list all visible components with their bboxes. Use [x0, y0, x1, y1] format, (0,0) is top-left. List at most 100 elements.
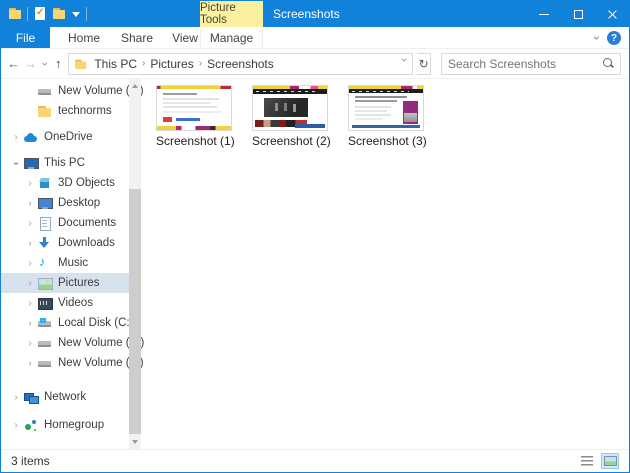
details-view-icon — [581, 456, 593, 466]
recent-locations-dropdown-icon[interactable]: › — [39, 60, 51, 67]
help-icon[interactable]: ? — [607, 31, 621, 45]
qat-separator — [86, 7, 87, 21]
onedrive-cloud-icon — [23, 130, 39, 144]
tab-manage[interactable]: Manage — [200, 27, 263, 49]
drive-icon — [37, 356, 53, 370]
expand-icon[interactable]: › — [23, 238, 37, 249]
address-bar[interactable]: This PC › Pictures › Screenshots › — [68, 52, 414, 75]
expand-icon[interactable]: › — [9, 392, 23, 403]
window-controls — [527, 1, 629, 27]
details-view-button[interactable] — [578, 453, 596, 469]
music-icon — [37, 254, 53, 270]
new-folder-icon[interactable] — [52, 7, 66, 21]
sidebar-item-homegroup[interactable]: › Homegroup — [1, 415, 141, 435]
ribbon-tab-row: File Home Share View Manage › ? — [1, 27, 629, 49]
expand-icon[interactable]: › — [9, 132, 23, 143]
pictures-icon — [37, 276, 53, 290]
sidebar-scrollbar[interactable] — [129, 79, 141, 449]
expand-icon[interactable]: › — [23, 298, 37, 309]
thumbnail-screenshot-1 — [156, 85, 232, 131]
main-area: New Volume (F:) technorms › OneDrive › T… — [1, 79, 629, 449]
breadcrumb-screenshots[interactable]: Screenshots — [204, 57, 277, 71]
folder-icon — [37, 104, 53, 118]
expand-icon[interactable]: › — [23, 218, 37, 229]
item-count: 3 items — [11, 454, 50, 468]
desktop-icon — [37, 196, 53, 210]
quick-access-toolbar — [1, 1, 87, 27]
navigation-pane: New Volume (F:) technorms › OneDrive › T… — [1, 79, 144, 449]
large-icons-view-button[interactable] — [601, 453, 619, 469]
tab-home[interactable]: Home — [56, 27, 112, 48]
search-input[interactable] — [448, 56, 603, 71]
documents-icon — [37, 216, 53, 231]
sidebar-item-new-volume-e[interactable]: › New Volume (E:) — [1, 333, 144, 353]
sidebar-item-this-pc[interactable]: › This PC — [1, 153, 141, 173]
minimize-icon — [539, 13, 549, 15]
sidebar-item-technorms[interactable]: technorms — [1, 101, 141, 121]
sidebar-item-videos[interactable]: › Videos — [1, 293, 141, 313]
maximize-icon — [573, 9, 583, 19]
sidebar-item-network[interactable]: › Network — [1, 387, 141, 407]
sidebar-item-desktop[interactable]: › Desktop — [1, 193, 141, 213]
sidebar-item-3d-objects[interactable]: › 3D Objects — [1, 173, 141, 193]
search-box[interactable] — [441, 52, 621, 75]
sidebar-item-onedrive[interactable]: › OneDrive — [1, 127, 141, 147]
collapse-icon[interactable]: › — [11, 156, 22, 170]
expand-icon[interactable]: › — [9, 420, 23, 431]
expand-icon[interactable]: › — [23, 338, 37, 349]
scroll-down-icon[interactable] — [129, 435, 141, 449]
tab-file[interactable]: File — [1, 27, 50, 48]
breadcrumb-separator-icon[interactable]: › — [199, 58, 202, 69]
thumbnail-screenshot-2 — [252, 85, 328, 131]
customize-quick-access-dropdown-icon[interactable] — [71, 7, 81, 21]
sidebar-item-local-disk-c[interactable]: › Local Disk (C:) — [1, 313, 141, 333]
address-dropdown-icon[interactable]: › — [398, 58, 410, 70]
expand-icon[interactable]: › — [23, 198, 37, 209]
scroll-up-icon[interactable] — [129, 79, 141, 93]
homegroup-icon — [23, 418, 39, 432]
sidebar-item-music[interactable]: › Music — [1, 253, 141, 273]
drive-icon — [37, 336, 53, 350]
sidebar-item-pictures[interactable]: › Pictures — [1, 273, 141, 293]
breadcrumb-this-pc[interactable]: This PC — [91, 57, 140, 71]
properties-icon[interactable] — [33, 7, 47, 21]
sidebar-item-downloads[interactable]: › Downloads — [1, 233, 141, 253]
expand-icon[interactable]: › — [23, 178, 37, 189]
explorer-window: Picture Tools Screenshots File Home Shar… — [0, 0, 630, 473]
breadcrumb-separator-icon[interactable]: › — [142, 58, 145, 69]
status-bar: 3 items — [1, 449, 629, 472]
network-icon — [23, 390, 39, 404]
picture-tools-contextual-tab[interactable]: Picture Tools — [200, 1, 263, 27]
file-screenshot-1[interactable]: Screenshot (1) — [156, 85, 235, 148]
explorer-icon[interactable] — [8, 7, 22, 21]
scrollbar-thumb[interactable] — [129, 189, 141, 434]
file-screenshot-3[interactable]: Screenshot (3) — [348, 85, 427, 148]
forward-button[interactable]: → — [24, 56, 37, 71]
this-pc-icon — [23, 156, 39, 170]
sidebar-item-new-volume-f2[interactable]: › New Volume (F:) — [1, 353, 143, 373]
title-bar: Picture Tools Screenshots — [1, 1, 629, 27]
minimize-button[interactable] — [527, 1, 561, 27]
downloads-icon — [37, 236, 53, 250]
expand-icon[interactable]: › — [23, 258, 37, 269]
file-name: Screenshot (3) — [348, 134, 427, 148]
search-icon[interactable] — [603, 58, 614, 69]
sidebar-item-documents[interactable]: › Documents — [1, 213, 141, 233]
back-button[interactable]: ← — [7, 56, 20, 71]
refresh-button[interactable]: ↻ — [417, 52, 431, 75]
expand-icon[interactable]: › — [23, 278, 37, 289]
up-button[interactable]: ↑ — [52, 56, 64, 71]
file-name: Screenshot (2) — [252, 134, 331, 148]
expand-icon[interactable]: › — [23, 358, 37, 369]
maximize-button[interactable] — [561, 1, 595, 27]
file-screenshot-2[interactable]: Screenshot (2) — [252, 85, 331, 148]
expand-icon[interactable]: › — [23, 318, 37, 329]
large-icons-view-icon — [603, 456, 617, 466]
file-list: Screenshot (1) Screenshot (2) Screenshot… — [141, 79, 629, 449]
tab-share[interactable]: Share — [112, 27, 162, 48]
expand-ribbon-icon[interactable]: › — [590, 36, 604, 40]
videos-icon — [37, 296, 53, 310]
close-button[interactable] — [595, 1, 629, 27]
sidebar-item-new-volume-f[interactable]: New Volume (F:) — [1, 81, 144, 101]
breadcrumb-pictures[interactable]: Pictures — [147, 57, 196, 71]
